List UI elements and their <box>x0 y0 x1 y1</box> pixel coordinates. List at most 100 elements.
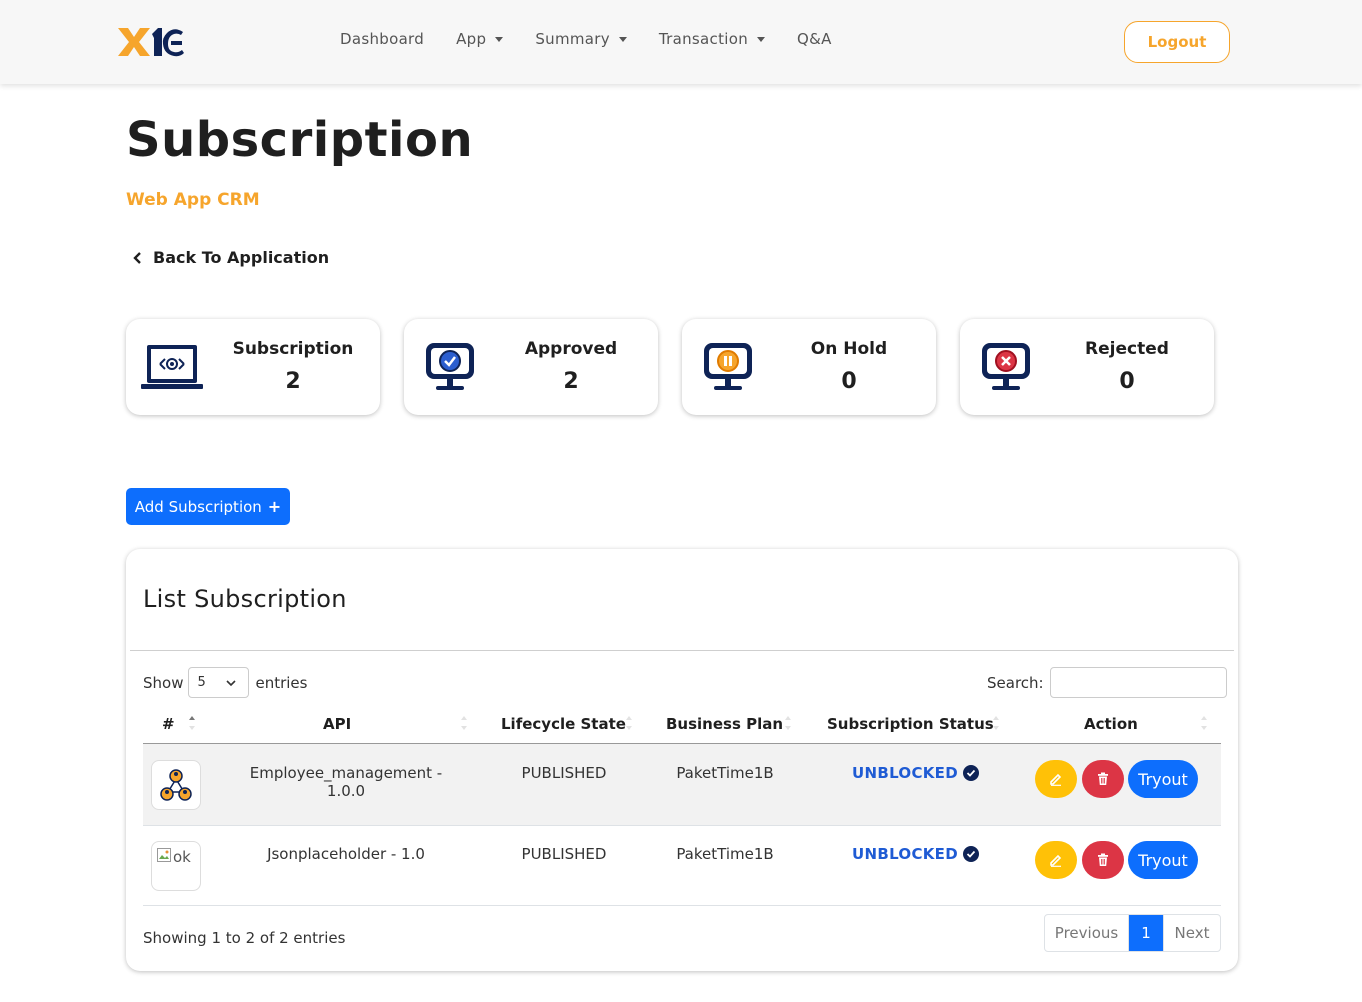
trash-icon <box>1098 853 1108 866</box>
page-length-value: 5 <box>197 675 206 690</box>
logout-button[interactable]: Logout <box>1124 21 1230 63</box>
stat-label: Rejected <box>1085 339 1169 359</box>
pagination-next[interactable]: Next <box>1163 915 1220 951</box>
list-title: List Subscription <box>143 585 347 613</box>
image-alt-text: ok <box>173 848 191 866</box>
stat-label: Approved <box>524 339 618 359</box>
stat-label: Subscription <box>232 339 354 359</box>
column-header-index[interactable]: # <box>162 715 175 733</box>
network-icon <box>160 769 192 801</box>
search-input[interactable] <box>1049 667 1227 698</box>
search-label: Search: <box>987 673 1044 692</box>
nav-dashboard[interactable]: Dashboard <box>340 30 424 48</box>
api-name: Jsonplaceholder - 1.0 <box>267 845 425 863</box>
plus-icon: + <box>267 497 282 516</box>
back-to-application-link[interactable]: Back To Application <box>131 248 329 267</box>
nav-label: Q&A <box>797 30 832 48</box>
entries-label: entries <box>255 673 308 692</box>
column-header-api[interactable]: API <box>323 715 351 733</box>
main-nav-menu: Dashboard App Summary Transaction Q&A <box>340 30 864 48</box>
stat-count: 2 <box>563 369 579 394</box>
lifecycle-state: PUBLISHED <box>521 845 607 863</box>
chevron-left-icon <box>133 251 141 264</box>
lifecycle-state: PUBLISHED <box>521 764 607 782</box>
monitor-x-icon <box>982 343 1030 390</box>
edit-button[interactable] <box>1035 760 1077 798</box>
nav-transaction-dropdown[interactable]: Transaction <box>658 30 766 48</box>
row-divider <box>143 905 1221 906</box>
page-title: Subscription <box>126 112 474 168</box>
subscription-status: UNBLOCKED <box>852 845 979 863</box>
nav-app-dropdown[interactable]: App <box>456 30 504 48</box>
stat-card-approved: Approved 2 <box>404 319 658 415</box>
add-subscription-label: Add Subscription <box>134 497 262 516</box>
sort-icon[interactable] <box>1200 715 1208 731</box>
column-header-subscription-status[interactable]: Subscription Status <box>827 715 994 733</box>
pencil-icon <box>1050 773 1062 786</box>
sort-icon[interactable] <box>625 715 633 731</box>
status-text: UNBLOCKED <box>852 764 958 782</box>
caret-down-icon <box>495 36 504 42</box>
page-length-control: Show 5 entries <box>143 667 307 698</box>
back-link-label: Back To Application <box>153 248 330 267</box>
table-row: ok Jsonplaceholder - 1.0 PUBLISHED Paket… <box>143 825 1221 906</box>
verified-check-icon <box>962 846 979 862</box>
brand-logo[interactable] <box>116 24 186 60</box>
business-plan: PaketTime1B <box>676 845 774 863</box>
api-thumbnail <box>151 760 201 810</box>
business-plan: PaketTime1B <box>676 764 774 782</box>
stat-card-rejected: Rejected 0 <box>960 319 1214 415</box>
nav-label: Transaction <box>658 30 749 48</box>
nav-label: Summary <box>535 30 610 48</box>
edit-button[interactable] <box>1035 841 1077 879</box>
table-row: Employee_management - 1.0.0 PUBLISHED Pa… <box>143 744 1221 825</box>
broken-image-icon <box>157 848 171 862</box>
sort-icon[interactable] <box>460 715 468 731</box>
caret-down-icon <box>618 36 627 42</box>
caret-down-icon <box>757 36 766 42</box>
table-info: Showing 1 to 2 of 2 entries <box>143 929 346 947</box>
page-length-select[interactable]: 5 <box>188 667 250 698</box>
subscription-list-panel: List Subscription Show 5 entries Search:… <box>126 549 1238 971</box>
pagination-previous[interactable]: Previous <box>1045 915 1129 951</box>
pagination-page[interactable]: 1 <box>1129 915 1163 951</box>
monitor-check-icon <box>426 343 474 390</box>
api-name: Employee_management - 1.0.0 <box>249 764 443 800</box>
sort-icon[interactable] <box>188 715 196 731</box>
stat-card-subscription: Subscription 2 <box>126 319 380 415</box>
status-text: UNBLOCKED <box>852 845 958 863</box>
add-subscription-button[interactable]: Add Subscription + <box>126 488 290 525</box>
stat-count: 0 <box>841 369 857 394</box>
column-header-action[interactable]: Action <box>1084 715 1138 733</box>
pagination: Previous 1 Next <box>1044 914 1221 952</box>
pencil-icon <box>1050 854 1062 867</box>
column-header-business-plan[interactable]: Business Plan <box>666 715 783 733</box>
divider <box>130 650 1234 651</box>
tryout-button[interactable]: Tryout <box>1128 841 1198 879</box>
nav-qa[interactable]: Q&A <box>797 30 832 48</box>
stat-count: 2 <box>285 369 301 394</box>
app-name-subtitle: Web App CRM <box>126 190 260 210</box>
show-label: Show <box>143 673 184 692</box>
column-header-lifecycle-state[interactable]: Lifecycle State <box>501 715 626 733</box>
nav-summary-dropdown[interactable]: Summary <box>535 30 627 48</box>
laptop-code-icon <box>141 345 203 389</box>
delete-button[interactable] <box>1082 841 1124 879</box>
sort-icon[interactable] <box>784 715 792 731</box>
api-thumbnail: ok <box>151 841 201 891</box>
trash-icon <box>1098 772 1108 785</box>
stat-label: On Hold <box>810 339 888 359</box>
subscription-status: UNBLOCKED <box>852 764 979 782</box>
sort-icon[interactable] <box>992 715 1000 731</box>
delete-button[interactable] <box>1082 760 1124 798</box>
monitor-pause-icon <box>704 343 752 390</box>
nav-label: App <box>456 30 487 48</box>
top-navbar: Dashboard App Summary Transaction Q&A Lo… <box>0 0 1362 84</box>
tryout-button[interactable]: Tryout <box>1128 760 1198 798</box>
verified-check-icon <box>962 765 979 781</box>
table-search: Search: <box>987 667 1227 698</box>
chevron-down-icon <box>226 680 237 687</box>
stat-count: 0 <box>1119 369 1135 394</box>
nav-label: Dashboard <box>340 30 425 48</box>
stat-card-on-hold: On Hold 0 <box>682 319 936 415</box>
